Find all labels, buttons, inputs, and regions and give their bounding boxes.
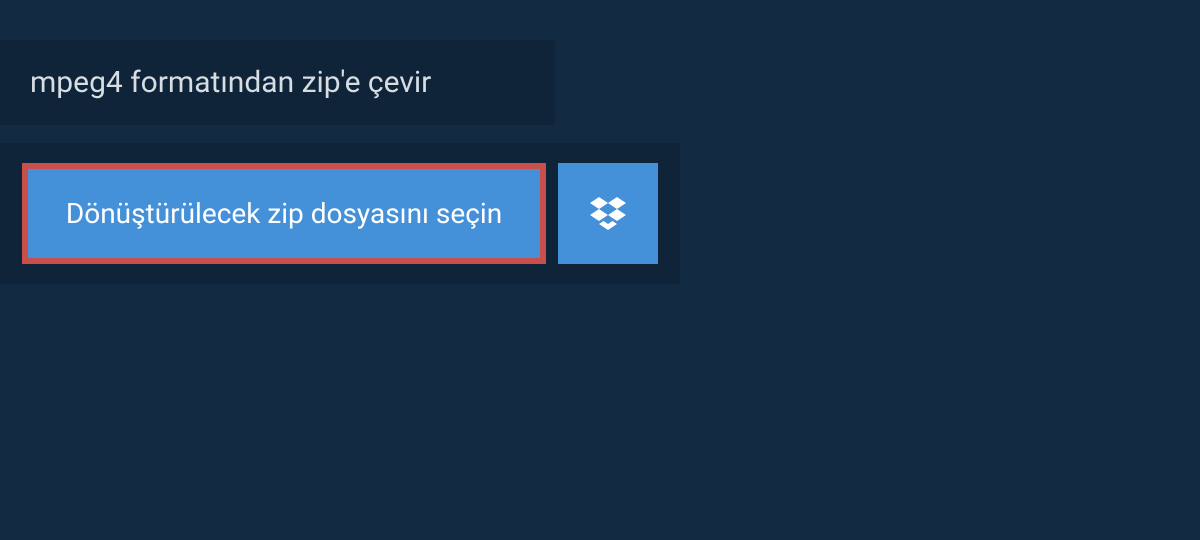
header-bar: mpeg4 formatından zip'e çevir	[0, 40, 555, 125]
upload-panel: Dönüştürülecek zip dosyasını seçin	[0, 143, 680, 284]
dropbox-button[interactable]	[558, 163, 658, 264]
select-file-label: Dönüştürülecek zip dosyasını seçin	[66, 197, 502, 230]
select-file-button[interactable]: Dönüştürülecek zip dosyasını seçin	[22, 163, 546, 264]
dropbox-icon	[590, 194, 626, 234]
page-title: mpeg4 formatından zip'e çevir	[30, 65, 525, 100]
